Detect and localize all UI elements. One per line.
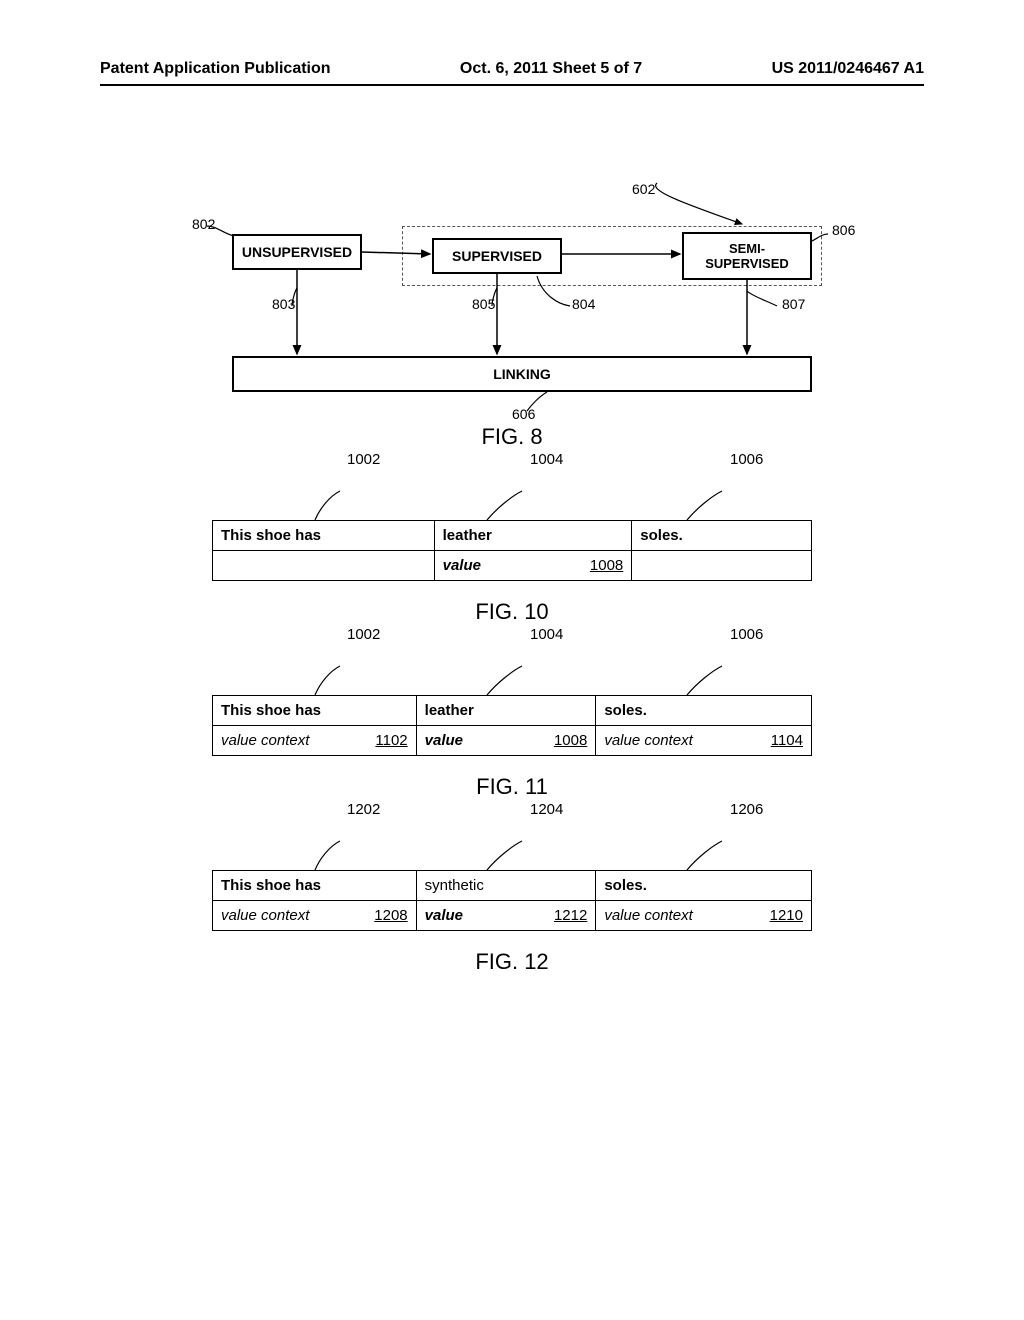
ref-1004b: 1004 <box>530 626 563 643</box>
fig12-vc1: value context 1208 <box>213 901 417 931</box>
ref-1006: 1006 <box>730 451 763 468</box>
fig12-caption: FIG. 12 <box>100 949 924 975</box>
ref-1204: 1204 <box>530 801 563 818</box>
fig11-caption: FIG. 11 <box>100 774 924 800</box>
fig10-leaders-icon <box>212 486 812 526</box>
figure-11: 1002 1004 1006 This shoe has leather sol… <box>100 695 924 800</box>
fig12-table: This shoe has synthetic soles. value con… <box>212 870 812 931</box>
figure-12: 1202 1204 1206 This shoe has synthetic s… <box>100 870 924 975</box>
ref-1208: 1208 <box>374 907 407 924</box>
ref-1002b: 1002 <box>347 626 380 643</box>
ref-1212: 1212 <box>554 907 587 924</box>
ref-807: 807 <box>782 296 805 312</box>
header-left: Patent Application Publication <box>100 60 331 78</box>
ref-802: 802 <box>192 216 215 232</box>
ref-805: 805 <box>472 296 495 312</box>
ref-1002: 1002 <box>347 451 380 468</box>
ref-1102: 1102 <box>375 732 407 749</box>
fig10-empty1 <box>213 551 435 581</box>
ref-803: 803 <box>272 296 295 312</box>
fig12-leaders-icon <box>212 836 812 876</box>
ref-1008b: 1008 <box>554 732 587 749</box>
ref-1210: 1210 <box>770 907 803 924</box>
ref-1206: 1206 <box>730 801 763 818</box>
fig12-vc2: value 1212 <box>416 901 596 931</box>
ref-806: 806 <box>832 222 855 238</box>
fig11-vc2: value 1008 <box>416 726 596 756</box>
page: Patent Application Publication Oct. 6, 2… <box>0 0 1024 1085</box>
ref-1104: 1104 <box>771 732 803 749</box>
fig12-vc3: value context 1210 <box>596 901 812 931</box>
figure-10: 1002 1004 1006 This shoe has leather sol… <box>100 520 924 625</box>
ref-606: 606 <box>512 406 535 422</box>
page-header: Patent Application Publication Oct. 6, 2… <box>100 60 924 86</box>
ref-1008: 1008 <box>590 557 623 574</box>
ref-1202: 1202 <box>347 801 380 818</box>
header-center: Oct. 6, 2011 Sheet 5 of 7 <box>460 60 642 78</box>
ref-602: 602 <box>632 181 655 197</box>
ref-804: 804 <box>572 296 595 312</box>
fig10-empty3 <box>632 551 812 581</box>
fig8-caption: FIG. 8 <box>100 424 924 450</box>
fig10-table: This shoe has leather soles. value 1008 <box>212 520 812 581</box>
ref-1004: 1004 <box>530 451 563 468</box>
fig11-vc3: value context 1104 <box>596 726 812 756</box>
fig11-vc1: value context 1102 <box>213 726 417 756</box>
fig10-value-cell: value 1008 <box>434 551 632 581</box>
fig11-table: This shoe has leather soles. value conte… <box>212 695 812 756</box>
figure-8: UNSUPERVISED SUPERVISED SEMI- SUPERVISED… <box>100 186 924 450</box>
header-right: US 2011/0246467 A1 <box>772 60 924 78</box>
ref-1006b: 1006 <box>730 626 763 643</box>
fig10-caption: FIG. 10 <box>100 599 924 625</box>
fig11-leaders-icon <box>212 661 812 701</box>
